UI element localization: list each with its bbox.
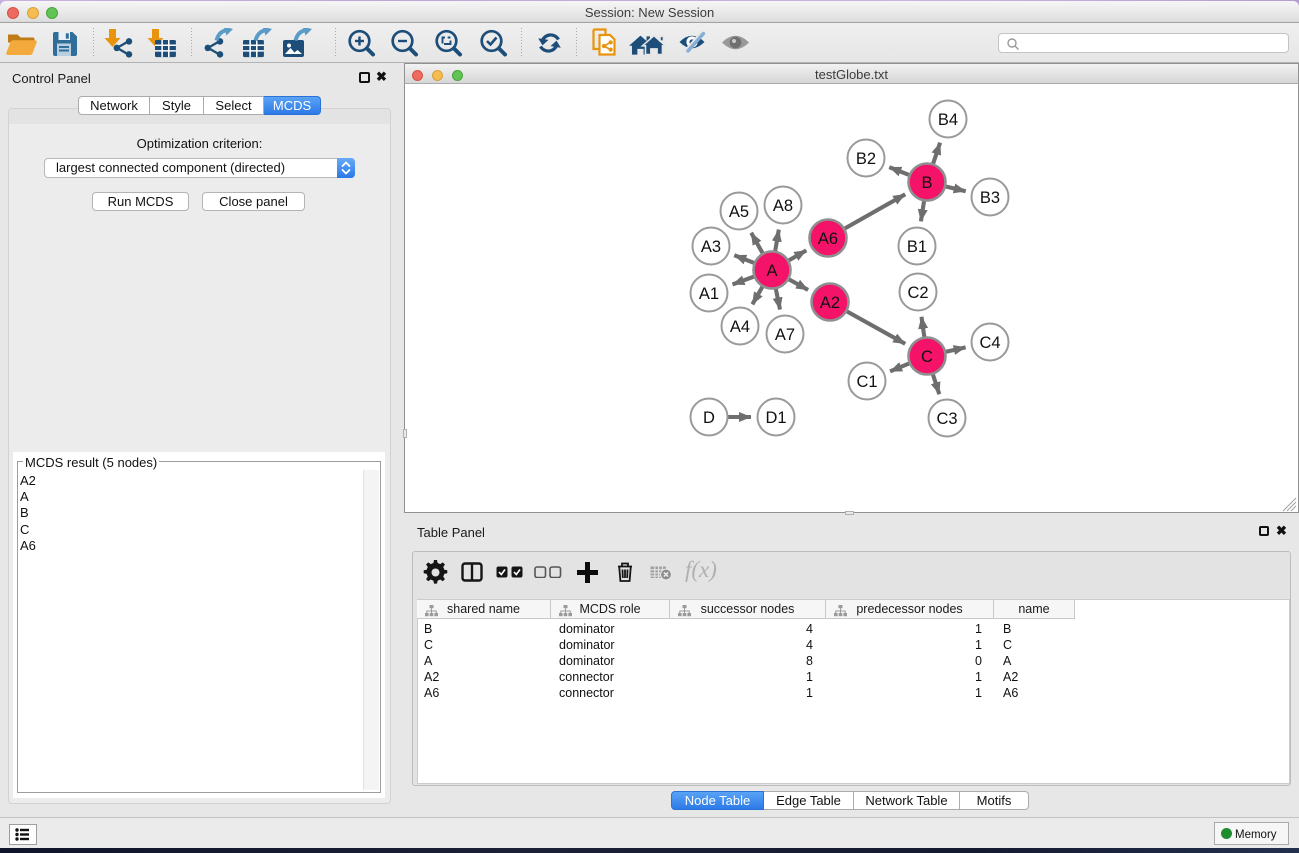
svg-text:C3: C3 <box>936 410 957 428</box>
svg-text:A6: A6 <box>818 230 838 248</box>
svg-text:C4: C4 <box>979 334 1000 352</box>
svg-text:A3: A3 <box>701 238 721 256</box>
svg-text:B1: B1 <box>907 238 927 256</box>
svg-text:C2: C2 <box>907 284 928 302</box>
svg-text:C1: C1 <box>856 373 877 391</box>
svg-text:C: C <box>921 348 933 366</box>
svg-text:B4: B4 <box>938 111 958 129</box>
svg-text:A4: A4 <box>730 318 750 336</box>
svg-text:A8: A8 <box>773 197 793 215</box>
svg-text:A2: A2 <box>820 294 840 312</box>
svg-text:B: B <box>921 174 932 192</box>
svg-text:D1: D1 <box>765 409 786 427</box>
svg-text:A7: A7 <box>775 326 795 344</box>
svg-text:A: A <box>766 262 777 280</box>
svg-text:A1: A1 <box>699 285 719 303</box>
svg-text:B2: B2 <box>856 150 876 168</box>
svg-text:B3: B3 <box>980 189 1000 207</box>
svg-text:A5: A5 <box>729 203 749 221</box>
svg-text:D: D <box>703 409 715 427</box>
